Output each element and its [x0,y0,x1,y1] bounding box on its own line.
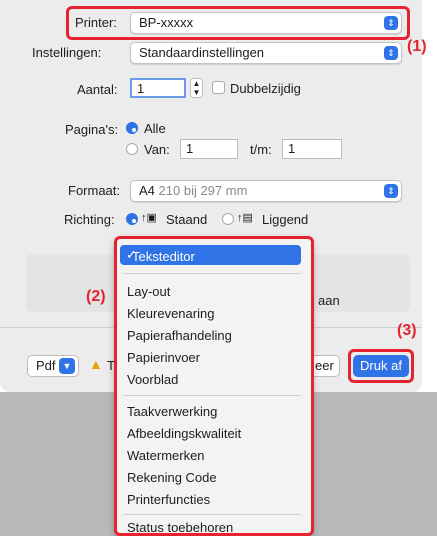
paper-size-select[interactable]: A4 210 bij 297 mm ⇕ [130,180,402,202]
callout-2: (2) [86,288,106,305]
paper-size-value: A4 [139,183,155,198]
presets-select[interactable]: Standaardinstellingen ⇕ [130,42,402,64]
pages-to-label: t/m: [250,142,272,157]
paper-size-dimensions: 210 bij 297 mm [158,183,248,198]
chevron-updown-icon: ⇕ [384,184,398,198]
pages-to-value: 1 [288,141,296,156]
highlight-box-1 [66,6,410,40]
pages-all-label: Alle [144,121,166,136]
landscape-radio[interactable] [222,213,234,225]
duplex-checkbox[interactable] [212,81,225,94]
portrait-radio[interactable] [126,213,138,225]
pages-label: Pagina's: [65,122,119,137]
panel-text-fragment: aan [318,293,340,308]
copies-stepper[interactable]: ▲ ▼ [190,78,203,98]
portrait-label: Staand [166,212,208,227]
pdf-menu-button[interactable]: Pdf ▼ [27,355,79,377]
pages-from-label: Van: [144,142,170,157]
pages-from-value: 1 [186,141,194,156]
presets-label: Instellingen: [32,45,102,60]
pages-from-input[interactable]: 1 [180,139,238,159]
landscape-icon: ↑▤ [237,212,253,224]
pdf-label: Pdf [36,358,56,373]
callout-1: (1) [407,38,427,55]
highlight-box-2 [114,236,314,536]
copies-label: Aantal: [77,82,118,97]
pages-range-radio[interactable] [126,143,138,155]
portrait-icon: ↑▣ [141,212,157,224]
copies-input[interactable]: 1 [130,78,186,98]
pages-all-radio[interactable] [126,122,138,134]
duplex-label: Dubbelzijdig [230,81,301,96]
callout-3: (3) [397,322,417,339]
chevron-down-icon: ▼ [59,358,75,374]
warning-icon: ▲ [89,356,103,372]
cancel-label-fragment: eer [315,358,334,373]
paper-size-label: Formaat: [68,183,121,198]
highlight-box-3 [348,349,414,383]
chevron-updown-icon: ⇕ [384,46,398,60]
landscape-label: Liggend [262,212,309,227]
orientation-label: Richting: [64,212,115,227]
copies-value: 1 [137,81,145,96]
presets-value: Standaardinstellingen [139,45,265,60]
pages-to-input[interactable]: 1 [282,139,342,159]
